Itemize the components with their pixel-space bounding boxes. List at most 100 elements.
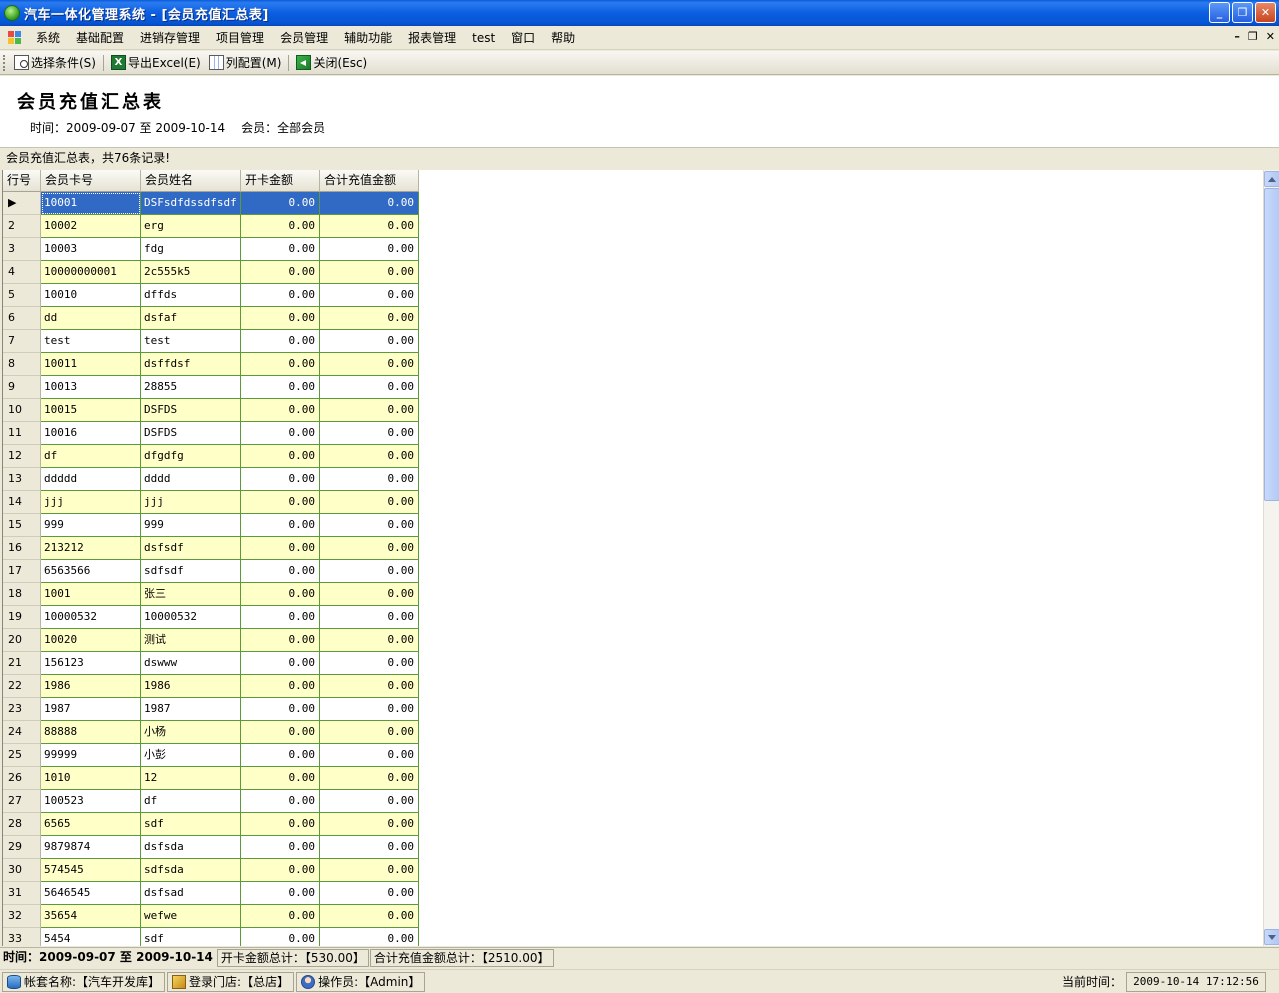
cell-recharge-total[interactable]: 0.00 bbox=[320, 215, 419, 238]
cell-row-number[interactable]: 15 bbox=[3, 514, 41, 537]
cell-open-amount[interactable]: 0.00 bbox=[241, 744, 320, 767]
cell-row-number[interactable]: 7 bbox=[3, 330, 41, 353]
cell-member-name[interactable]: 1986 bbox=[141, 675, 241, 698]
cell-open-amount[interactable]: 0.00 bbox=[241, 652, 320, 675]
menu-basic-config[interactable]: 基础配置 bbox=[68, 28, 132, 48]
cell-member-name[interactable]: 小彭 bbox=[141, 744, 241, 767]
cell-member-name[interactable]: 1987 bbox=[141, 698, 241, 721]
table-row[interactable]: 6 dd dsfaf 0.00 0.00 bbox=[3, 307, 1264, 330]
cell-row-number[interactable]: 8 bbox=[3, 353, 41, 376]
table-row[interactable]: 28 6565 sdf 0.00 0.00 bbox=[3, 813, 1264, 836]
cell-row-number[interactable]: 22 bbox=[3, 675, 41, 698]
cell-member-card-no[interactable]: 1001 bbox=[41, 583, 141, 606]
cell-row-number[interactable]: 24 bbox=[3, 721, 41, 744]
cell-member-card-no[interactable]: 1010 bbox=[41, 767, 141, 790]
cell-member-card-no[interactable]: 10010 bbox=[41, 284, 141, 307]
cell-member-name[interactable]: dsfaf bbox=[141, 307, 241, 330]
mdi-system-icon[interactable] bbox=[8, 30, 22, 45]
select-condition-button[interactable]: 选择条件(S) bbox=[10, 53, 100, 73]
cell-row-number[interactable]: 21 bbox=[3, 652, 41, 675]
cell-open-amount[interactable]: 0.00 bbox=[241, 353, 320, 376]
cell-member-card-no[interactable]: df bbox=[41, 445, 141, 468]
cell-row-number[interactable]: 32 bbox=[3, 905, 41, 928]
table-row[interactable]: 11 10016 DSFDS 0.00 0.00 bbox=[3, 422, 1264, 445]
cell-member-name[interactable]: test bbox=[141, 330, 241, 353]
cell-open-amount[interactable]: 0.00 bbox=[241, 813, 320, 836]
cell-row-number[interactable]: 25 bbox=[3, 744, 41, 767]
cell-recharge-total[interactable]: 0.00 bbox=[320, 445, 419, 468]
cell-member-name[interactable]: sdf bbox=[141, 813, 241, 836]
cell-member-card-no[interactable]: 99999 bbox=[41, 744, 141, 767]
column-config-button[interactable]: 列配置(M) bbox=[205, 53, 286, 73]
table-row[interactable]: 23 1987 1987 0.00 0.00 bbox=[3, 698, 1264, 721]
cell-member-card-no[interactable]: 10011 bbox=[41, 353, 141, 376]
cell-recharge-total[interactable]: 0.00 bbox=[320, 422, 419, 445]
restore-button[interactable]: ❐ bbox=[1232, 2, 1253, 23]
cell-row-number[interactable]: 30 bbox=[3, 859, 41, 882]
cell-member-name[interactable]: 28855 bbox=[141, 376, 241, 399]
cell-open-amount[interactable]: 0.00 bbox=[241, 606, 320, 629]
cell-recharge-total[interactable]: 0.00 bbox=[320, 813, 419, 836]
cell-open-amount[interactable]: 0.00 bbox=[241, 284, 320, 307]
cell-open-amount[interactable]: 0.00 bbox=[241, 629, 320, 652]
cell-recharge-total[interactable]: 0.00 bbox=[320, 192, 419, 215]
cell-member-name[interactable]: 张三 bbox=[141, 583, 241, 606]
cell-member-card-no[interactable]: 10002 bbox=[41, 215, 141, 238]
cell-recharge-total[interactable]: 0.00 bbox=[320, 330, 419, 353]
table-row[interactable]: 7 test test 0.00 0.00 bbox=[3, 330, 1264, 353]
cell-open-amount[interactable]: 0.00 bbox=[241, 583, 320, 606]
cell-row-number[interactable]: 12 bbox=[3, 445, 41, 468]
cell-member-card-no[interactable]: 10020 bbox=[41, 629, 141, 652]
close-button[interactable]: ✕ bbox=[1255, 2, 1276, 23]
cell-member-card-no[interactable]: 10001 bbox=[41, 192, 141, 215]
cell-open-amount[interactable]: 0.00 bbox=[241, 560, 320, 583]
cell-member-card-no[interactable]: 10003 bbox=[41, 238, 141, 261]
cell-row-number[interactable]: 10 bbox=[3, 399, 41, 422]
cell-member-card-no[interactable]: 1987 bbox=[41, 698, 141, 721]
cell-row-number[interactable]: 26 bbox=[3, 767, 41, 790]
cell-member-card-no[interactable]: ddddd bbox=[41, 468, 141, 491]
table-row[interactable]: 4 10000000001 2c555k5 0.00 0.00 bbox=[3, 261, 1264, 284]
cell-member-name[interactable]: 10000532 bbox=[141, 606, 241, 629]
minimize-button[interactable]: _ bbox=[1209, 2, 1230, 23]
cell-member-card-no[interactable]: 6565 bbox=[41, 813, 141, 836]
cell-row-number[interactable]: 6 bbox=[3, 307, 41, 330]
table-row[interactable]: 13 ddddd dddd 0.00 0.00 bbox=[3, 468, 1264, 491]
cell-member-name[interactable]: 999 bbox=[141, 514, 241, 537]
cell-member-name[interactable]: DSFsdfdssdfsdf bbox=[141, 192, 241, 215]
cell-row-number[interactable]: 13 bbox=[3, 468, 41, 491]
menu-reports[interactable]: 报表管理 bbox=[400, 28, 464, 48]
cell-member-name[interactable]: dsfsda bbox=[141, 836, 241, 859]
cell-member-name[interactable]: wefwe bbox=[141, 905, 241, 928]
cell-member-name[interactable]: dswww bbox=[141, 652, 241, 675]
cell-row-number[interactable]: 16 bbox=[3, 537, 41, 560]
cell-row-number[interactable]: 19 bbox=[3, 606, 41, 629]
cell-recharge-total[interactable]: 0.00 bbox=[320, 767, 419, 790]
table-row[interactable]: 3 10003 fdg 0.00 0.00 bbox=[3, 238, 1264, 261]
cell-recharge-total[interactable]: 0.00 bbox=[320, 284, 419, 307]
table-row[interactable]: 9 10013 28855 0.00 0.00 bbox=[3, 376, 1264, 399]
toolbar-grip[interactable] bbox=[3, 54, 6, 71]
column-header-recharge-total[interactable]: 合计充值金额 bbox=[320, 170, 419, 192]
cell-member-card-no[interactable]: 10013 bbox=[41, 376, 141, 399]
cell-row-number[interactable]: 23 bbox=[3, 698, 41, 721]
cell-row-number[interactable]: 14 bbox=[3, 491, 41, 514]
cell-open-amount[interactable]: 0.00 bbox=[241, 330, 320, 353]
cell-member-name[interactable]: dfgdfg bbox=[141, 445, 241, 468]
close-report-button[interactable]: 关闭(Esc) bbox=[292, 53, 371, 73]
cell-recharge-total[interactable]: 0.00 bbox=[320, 698, 419, 721]
cell-row-number[interactable]: 2 bbox=[3, 215, 41, 238]
table-row[interactable]: 33 5454 sdf 0.00 0.00 bbox=[3, 928, 1264, 946]
cell-row-number[interactable]: 31 bbox=[3, 882, 41, 905]
table-row[interactable]: 19 10000532 10000532 0.00 0.00 bbox=[3, 606, 1264, 629]
cell-recharge-total[interactable]: 0.00 bbox=[320, 859, 419, 882]
cell-member-name[interactable]: dsfsdf bbox=[141, 537, 241, 560]
cell-member-name[interactable]: erg bbox=[141, 215, 241, 238]
cell-recharge-total[interactable]: 0.00 bbox=[320, 560, 419, 583]
menu-window[interactable]: 窗口 bbox=[503, 28, 543, 48]
cell-recharge-total[interactable]: 0.00 bbox=[320, 353, 419, 376]
cell-open-amount[interactable]: 0.00 bbox=[241, 215, 320, 238]
cell-row-number[interactable]: 28 bbox=[3, 813, 41, 836]
cell-open-amount[interactable]: 0.00 bbox=[241, 698, 320, 721]
cell-member-card-no[interactable]: test bbox=[41, 330, 141, 353]
